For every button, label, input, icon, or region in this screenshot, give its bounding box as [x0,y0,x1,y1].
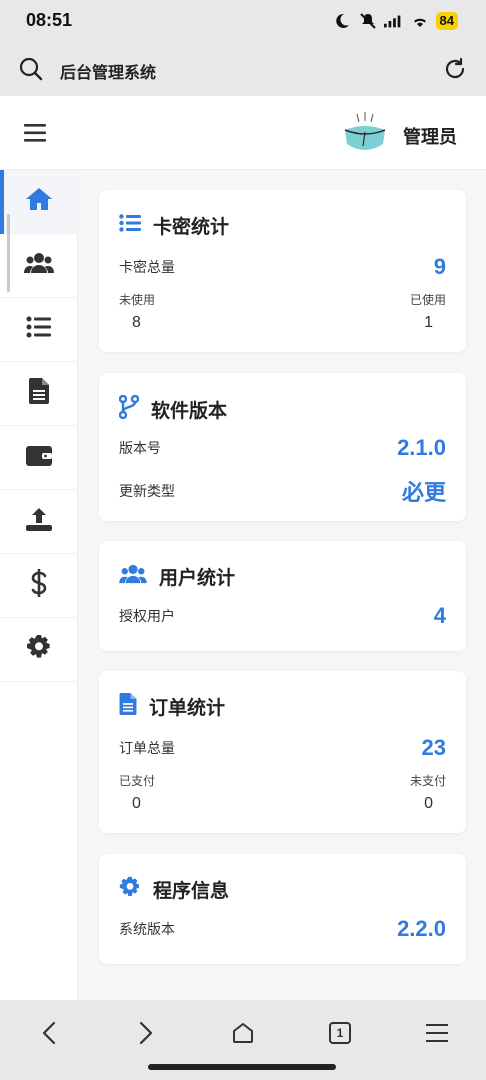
avatar[interactable] [341,110,389,158]
upload-icon [26,506,52,537]
card-title: 用户统计 [119,563,235,590]
card-title: 程序信息 [119,876,229,903]
card-total-value: 9 [433,254,446,279]
admin-name[interactable]: 管理员 [403,123,457,149]
tabs-count: 1 [336,1026,344,1040]
sidebar-scrollbar[interactable] [7,214,10,292]
signal-icon [383,11,404,31]
order-paid-label: 已支付 [119,774,156,788]
status-icons: 84 [332,11,458,31]
card-title: 订单统计 [119,693,225,720]
search-icon[interactable] [18,56,44,82]
card-total-row: 卡密总量 9 [119,254,446,280]
status-time: 08:51 [26,10,73,30]
document-icon [119,693,137,720]
system-version-label: 系统版本 [119,921,175,937]
order-unpaid-label: 未支付 [409,774,446,788]
version-value: 2.1.0 [397,435,446,460]
sidebar-item-wallet[interactable] [0,426,78,490]
order-paid-value: 0 [132,795,141,812]
update-type-label: 更新类型 [119,483,175,499]
order-stats-card: 订单统计 订单总量 23 已支付 0 未支付 0 [99,671,466,833]
system-version-row: 系统版本 2.2.0 [119,916,446,942]
menu-icon[interactable] [422,1018,452,1048]
page-title[interactable]: 后台管理系统 [60,59,156,83]
order-total-row: 订单总量 23 [119,735,446,761]
card-used-value: 1 [424,314,433,331]
sidebar-item-documents[interactable] [0,362,78,426]
list-icon [26,316,52,343]
gear-icon [119,876,141,903]
mute-icon [358,11,378,31]
users-icon [119,563,147,590]
order-unpaid-value: 0 [424,795,433,812]
card-used-label: 已使用 [409,293,446,307]
tabs-button[interactable]: 1 [325,1018,355,1048]
home-indicator [148,1064,336,1070]
status-bar: 08:51 84 [0,0,486,44]
document-icon [29,378,49,409]
sidebar [0,170,78,1000]
software-version-card: 软件版本 版本号 2.1.0 更新类型 必更 [99,373,466,521]
list-icon [119,214,141,237]
update-type-value: 必更 [401,480,446,505]
battery-level: 84 [435,12,458,30]
update-type-row: 更新类型 必更 [119,475,446,507]
gear-icon [26,634,52,665]
auth-users-row: 授权用户 4 [119,603,446,629]
users-icon [24,251,54,280]
dollar-icon [30,569,48,602]
program-info-card: 程序信息 系统版本 2.2.0 [99,854,466,964]
back-icon[interactable] [34,1018,64,1048]
dashboard-content: 卡密统计 卡密总量 9 未使用 8 已使用 1 软件版本 版本号 2.1.0 更… [78,170,486,1000]
git-branch-icon [118,394,140,424]
card-stats-card: 卡密统计 卡密总量 9 未使用 8 已使用 1 [99,190,466,352]
forward-icon[interactable] [131,1018,161,1048]
card-unused-label: 未使用 [119,293,156,307]
version-row: 版本号 2.1.0 [119,435,446,461]
user-stats-card: 用户统计 授权用户 4 [99,541,466,651]
order-total-value: 23 [421,735,446,760]
order-total-label: 订单总量 [119,740,175,756]
auth-users-value: 4 [433,603,446,628]
card-unused-value: 8 [132,314,141,331]
card-title: 卡密统计 [119,212,229,239]
moon-icon [332,11,352,31]
app-header: 管理员 [0,96,486,170]
home-icon [25,186,53,217]
sidebar-item-home[interactable] [0,170,78,234]
hamburger-menu-icon[interactable] [24,122,48,144]
sidebar-item-settings[interactable] [0,618,78,682]
version-label: 版本号 [119,440,161,456]
reload-icon[interactable] [442,56,468,82]
home-nav-icon[interactable] [228,1018,258,1048]
wallet-icon [26,444,52,471]
auth-users-label: 授权用户 [119,608,175,624]
sidebar-item-users[interactable] [0,234,78,298]
wifi-icon [410,11,430,31]
card-total-label: 卡密总量 [119,259,175,275]
system-version-value: 2.2.0 [397,916,446,941]
sidebar-item-list[interactable] [0,298,78,362]
card-title: 软件版本 [118,394,227,424]
sidebar-item-upload[interactable] [0,490,78,554]
browser-url-bar: 后台管理系统 [0,44,486,96]
sidebar-item-finance[interactable] [0,554,78,618]
